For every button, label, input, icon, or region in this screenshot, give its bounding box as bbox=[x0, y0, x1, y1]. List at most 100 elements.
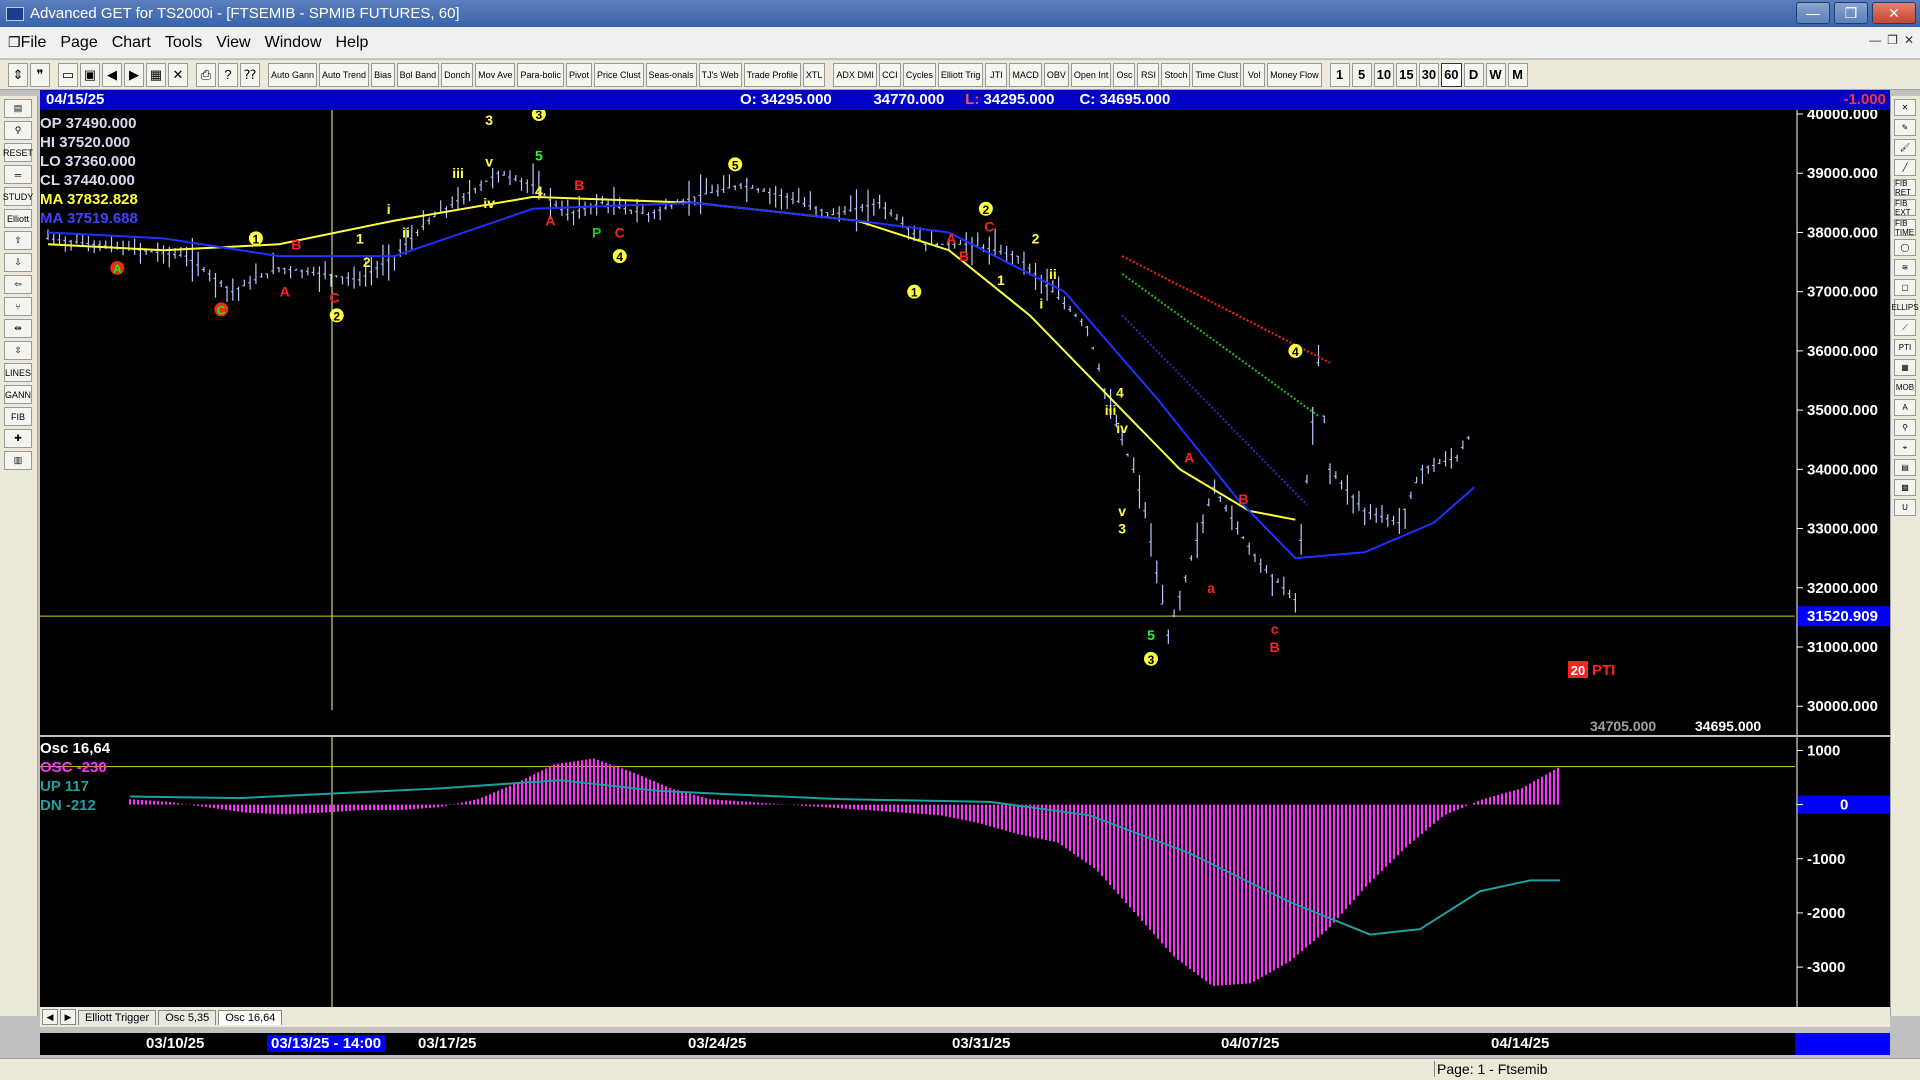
study-button-rsi[interactable]: RSI bbox=[1137, 62, 1160, 87]
cursor-icon[interactable]: ⌖ bbox=[1894, 439, 1916, 456]
study-button-vol[interactable]: Vol bbox=[1243, 62, 1266, 87]
timeframe-button-10[interactable]: 10 bbox=[1373, 62, 1395, 87]
study-button-price-clust[interactable]: Price Clust bbox=[594, 62, 644, 87]
left-arrow-icon[interactable]: ⇦ bbox=[4, 275, 32, 294]
close-button[interactable]: ✕ bbox=[1872, 2, 1916, 24]
tools-icon[interactable]: ▥ bbox=[4, 451, 32, 470]
oscillator-panel[interactable]: 1000 0 -1000 -2000 -3000 Osc 16,64 OSC -230 … bbox=[40, 737, 1890, 1007]
fib-button[interactable]: FIB bbox=[4, 407, 32, 426]
study-button-pivot[interactable]: Pivot bbox=[566, 62, 593, 87]
study-button-cycles[interactable]: Cycles bbox=[902, 62, 936, 87]
tab-osc-5-35[interactable]: Osc 5,35 bbox=[158, 1009, 217, 1025]
timeframe-button-5[interactable]: 5 bbox=[1351, 62, 1372, 87]
layers-icon[interactable]: ▤ bbox=[1894, 459, 1916, 476]
study-button-adx-dmi[interactable]: ADX DMI bbox=[833, 62, 877, 87]
elliott-button[interactable]: Elliott bbox=[4, 209, 32, 228]
maximize-button[interactable]: ❐ bbox=[1834, 2, 1868, 24]
mdi-restore-button[interactable]: ❐ bbox=[1887, 33, 1898, 47]
brush-icon[interactable]: 🖌 bbox=[1894, 139, 1916, 156]
study-button-obv[interactable]: OBV bbox=[1043, 62, 1069, 87]
pencil-icon[interactable]: ✎ bbox=[1894, 119, 1916, 136]
study-button-auto-gann[interactable]: Auto Gann bbox=[268, 62, 318, 87]
fork-icon[interactable]: ⑂ bbox=[4, 297, 32, 316]
tab-elliott-trigger[interactable]: Elliott Trigger bbox=[78, 1009, 157, 1025]
print-icon[interactable]: ⎙ bbox=[196, 62, 216, 87]
study-button-cci[interactable]: CCI bbox=[878, 62, 901, 87]
circle-icon[interactable]: ◯ bbox=[1894, 239, 1916, 256]
study-button-money-flow[interactable]: Money Flow bbox=[1267, 62, 1322, 87]
minimize-button[interactable]: — bbox=[1796, 2, 1830, 24]
study-button-jti[interactable]: JTI bbox=[985, 62, 1008, 87]
menu-file[interactable]: File bbox=[21, 34, 47, 52]
pti-button[interactable]: PTI bbox=[1894, 339, 1916, 356]
whats-this-icon[interactable]: ⁇ bbox=[240, 62, 260, 87]
menu-view[interactable]: View bbox=[216, 34, 250, 52]
channel-icon[interactable]: ≋ bbox=[1894, 259, 1916, 276]
timeframe-button-D[interactable]: D bbox=[1463, 62, 1484, 87]
study-button-bias[interactable]: Bias bbox=[371, 62, 395, 87]
study-button-stoch[interactable]: Stoch bbox=[1161, 62, 1191, 87]
timeframe-button-M[interactable]: M bbox=[1507, 62, 1528, 87]
oscillator-svg[interactable]: 1000 0 -1000 -2000 -3000 bbox=[40, 737, 1890, 1007]
price-chart[interactable]: 40000.000 39000.000 38000.000 37000.000 3600… bbox=[40, 106, 1890, 735]
study-button-xtl[interactable]: XTL bbox=[802, 62, 826, 87]
tab-osc-16-64[interactable]: Osc 16,64 bbox=[218, 1009, 283, 1025]
tab-next-button[interactable]: ▶ bbox=[60, 1009, 76, 1025]
text-icon[interactable]: ❞ bbox=[30, 62, 50, 87]
study-button-tj-s-web[interactable]: TJ's Web bbox=[698, 62, 742, 87]
calc-icon[interactable]: ▩ bbox=[1894, 479, 1916, 496]
grid-icon[interactable]: ▦ bbox=[1894, 359, 1916, 376]
timeframe-button-30[interactable]: 30 bbox=[1418, 62, 1440, 87]
study-button-para-bolic[interactable]: Para-bolic bbox=[517, 62, 565, 87]
fib-time-button[interactable]: FIB TIME bbox=[1894, 219, 1916, 237]
menu-page[interactable]: Page bbox=[60, 34, 97, 52]
new-page-icon[interactable]: ▭ bbox=[58, 62, 78, 87]
study-button-elliott-trig[interactable]: Elliott Trig bbox=[937, 62, 984, 87]
timeframe-button-W[interactable]: W bbox=[1485, 62, 1506, 87]
menu-help[interactable]: Help bbox=[336, 34, 369, 52]
ellipse-button[interactable]: ELLIPS bbox=[1891, 299, 1919, 316]
mdi-minimize-button[interactable]: — bbox=[1869, 33, 1881, 47]
up-arrow-icon[interactable]: ⇧ bbox=[4, 231, 32, 250]
timeframe-button-1[interactable]: 1 bbox=[1329, 62, 1350, 87]
grid-icon[interactable]: ▦ bbox=[146, 62, 166, 87]
forward-icon[interactable]: ▶ bbox=[124, 62, 144, 87]
lines-button[interactable]: LINES bbox=[4, 363, 32, 382]
fib-ext-button[interactable]: FIB EXT bbox=[1894, 199, 1916, 217]
box-icon[interactable]: ▢ bbox=[1894, 279, 1916, 296]
line-icon[interactable]: ═ bbox=[4, 165, 32, 184]
menu-chart[interactable]: Chart bbox=[112, 34, 151, 52]
fib-ret-button[interactable]: FIB RET bbox=[1894, 179, 1916, 197]
price-chart-svg[interactable]: 40000.000 39000.000 38000.000 37000.000 3600… bbox=[40, 106, 1890, 735]
timeframe-button-15[interactable]: 15 bbox=[1396, 62, 1417, 87]
expand-icon[interactable]: ⇳ bbox=[4, 341, 32, 360]
mob-button[interactable]: MOB bbox=[1894, 379, 1916, 396]
menu-tools[interactable]: Tools bbox=[165, 34, 202, 52]
study-button[interactable]: STUDY bbox=[3, 187, 33, 206]
down-arrow-icon[interactable]: ⇩ bbox=[4, 253, 32, 272]
study-button-time-clust[interactable]: Time Clust bbox=[1192, 62, 1242, 87]
date-axis-scroll[interactable] bbox=[1795, 1033, 1890, 1055]
range-icon[interactable]: ⇹ bbox=[4, 319, 32, 338]
cross-icon[interactable]: ✕ bbox=[1894, 99, 1916, 116]
a-icon[interactable]: A bbox=[1894, 399, 1916, 416]
study-button-seas-onals[interactable]: Seas-onals bbox=[645, 62, 697, 87]
timeframe-button-60[interactable]: 60 bbox=[1441, 62, 1462, 87]
study-button-auto-trend[interactable]: Auto Trend bbox=[319, 62, 370, 87]
delete-icon[interactable]: ✕ bbox=[168, 62, 188, 87]
gann-button[interactable]: GANN bbox=[4, 385, 32, 404]
back-icon[interactable]: ◀ bbox=[102, 62, 122, 87]
diagonal-icon[interactable]: ⟋ bbox=[1894, 319, 1916, 336]
study-button-bol-band[interactable]: Bol Band bbox=[396, 62, 440, 87]
pointer-icon[interactable]: ⇕ bbox=[8, 62, 28, 87]
menu-window[interactable]: Window bbox=[265, 34, 322, 52]
zoom-icon[interactable]: ⚲ bbox=[4, 121, 32, 140]
copy-icon[interactable]: ▣ bbox=[80, 62, 100, 87]
study-button-donch[interactable]: Donch bbox=[441, 62, 474, 87]
study-button-osc[interactable]: Osc bbox=[1113, 62, 1136, 87]
slash-icon[interactable]: ╱ bbox=[1894, 159, 1916, 176]
study-button-trade-profile[interactable]: Trade Profile bbox=[743, 62, 801, 87]
help-icon[interactable]: ? bbox=[218, 62, 238, 87]
magnify-icon[interactable]: ⚲ bbox=[1894, 419, 1916, 436]
u-button[interactable]: U bbox=[1894, 499, 1916, 516]
